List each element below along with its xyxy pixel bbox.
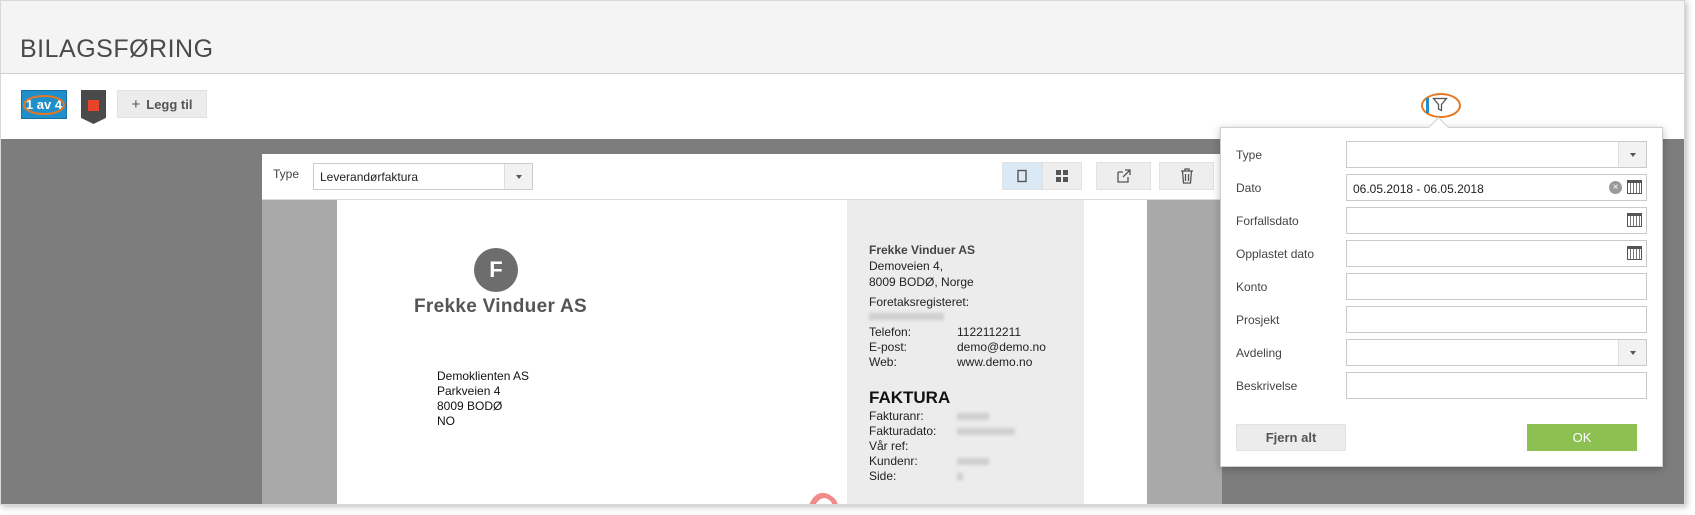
calendar-icon[interactable]: [1627, 213, 1642, 227]
type-select[interactable]: Leverandørfaktura: [313, 163, 533, 190]
ok-label: OK: [1572, 430, 1592, 445]
contact-label: Web:: [869, 355, 897, 369]
calendar-icon[interactable]: [1627, 180, 1642, 194]
filter-button[interactable]: [1421, 93, 1461, 118]
grid-icon: [1056, 170, 1068, 182]
recipient-address: Demoklienten AS Parkveien 4 8009 BODØ NO: [437, 369, 529, 429]
invoice-field-label: Side:: [869, 469, 897, 483]
trash-icon: [1180, 168, 1193, 184]
app-window: BILAGSFØRING 1 av 4 + Legg til Type Leve…: [0, 0, 1685, 505]
filter-popup: Type Dato 06.05.2018 - 06.05.2018 × Forf…: [1220, 127, 1663, 467]
filter-label-forfallsdato: Forfallsdato: [1236, 214, 1299, 228]
contact-label: E-post:: [869, 340, 908, 354]
contact-value: demo@demo.no: [957, 340, 1046, 354]
clear-all-button[interactable]: Fjern alt: [1236, 424, 1346, 451]
filter-icon: [1432, 97, 1448, 112]
invoice-field-redacted: [957, 468, 963, 484]
clear-icon[interactable]: ×: [1609, 181, 1622, 194]
invoice-field-redacted: [957, 453, 989, 469]
filter-prosjekt-input[interactable]: [1346, 306, 1647, 333]
type-label: Type: [273, 167, 300, 181]
type-select-value: Leverandørfaktura: [320, 170, 419, 184]
invoice-heading: FAKTURA: [869, 388, 951, 407]
filter-beskrivelse-input[interactable]: [1346, 372, 1647, 399]
sender-address-line: Demoveien 4,: [869, 259, 944, 273]
recipient-line: Demoklienten AS: [437, 369, 530, 383]
invoice-field-redacted: [957, 423, 1015, 439]
filter-dato-input[interactable]: 06.05.2018 - 06.05.2018 ×: [1346, 174, 1647, 201]
filter-konto-input[interactable]: [1346, 273, 1647, 300]
status-flag-icon: [88, 100, 99, 111]
delete-button[interactable]: [1159, 162, 1214, 190]
clear-all-label: Fjern alt: [1265, 430, 1317, 445]
document-preview[interactable]: F Frekke Vinduer AS Demoklienten AS Park…: [262, 200, 1222, 504]
plus-icon: +: [131, 95, 141, 113]
single-page-icon: [1017, 169, 1027, 183]
highlight-ring: [23, 95, 65, 115]
add-button-label: Legg til: [146, 96, 193, 112]
document-viewer: Type Leverandørfaktura F Frekke Vinduer …: [262, 154, 1222, 504]
filter-label-type: Type: [1236, 148, 1263, 162]
grid-view-button[interactable]: [1042, 162, 1082, 190]
filter-label-avdeling: Avdeling: [1236, 346, 1282, 360]
sender-address-line: 8009 BODØ, Norge: [869, 275, 974, 289]
contact-value: www.demo.no: [957, 355, 1033, 369]
watermark-stamp: G: [797, 481, 848, 504]
filter-label-opplastet-dato: Opplastet dato: [1236, 247, 1315, 261]
register-number-redacted: [869, 308, 944, 324]
company-logo: F: [474, 248, 518, 292]
single-page-view-button[interactable]: [1002, 162, 1042, 190]
chevron-down-icon: [1618, 340, 1646, 365]
add-button[interactable]: + Legg til: [117, 90, 207, 118]
ok-button[interactable]: OK: [1527, 424, 1637, 451]
chevron-down-icon: [504, 164, 532, 189]
contact-value: 1122112211: [957, 325, 1022, 339]
status-flag-button[interactable]: [81, 90, 106, 124]
contact-label: Telefon:: [869, 325, 912, 339]
invoice-field-label: Vår ref:: [869, 439, 909, 453]
filter-opplastet-dato-input[interactable]: [1346, 240, 1647, 267]
invoice-field-label: Fakturadato:: [869, 424, 937, 438]
company-logo-text: Frekke Vinduer AS: [414, 296, 588, 317]
filter-label-dato: Dato: [1236, 181, 1262, 195]
sender-name: Frekke Vinduer AS: [869, 243, 976, 257]
document-counter-button[interactable]: 1 av 4: [21, 90, 67, 119]
invoice-field-redacted: [957, 408, 989, 424]
recipient-line: Parkveien 4: [437, 384, 501, 398]
filter-type-select[interactable]: [1346, 141, 1647, 168]
viewer-toolbar: Type Leverandørfaktura: [262, 154, 1222, 200]
invoice-field-label: Kundenr:: [869, 454, 918, 468]
chevron-down-icon: [1618, 142, 1646, 167]
recipient-line: 8009 BODØ: [437, 399, 503, 413]
filter-dato-value: 06.05.2018 - 06.05.2018: [1353, 182, 1484, 196]
active-filter-indicator: [1426, 98, 1429, 113]
filter-label-beskrivelse: Beskrivelse: [1236, 379, 1298, 393]
filter-label-konto: Konto: [1236, 280, 1268, 294]
calendar-icon[interactable]: [1627, 246, 1642, 260]
recipient-line: NO: [437, 414, 455, 428]
filter-forfallsdato-input[interactable]: [1346, 207, 1647, 234]
popout-button[interactable]: [1096, 162, 1151, 190]
popout-icon: [1116, 169, 1131, 183]
invoice-field-label: Fakturanr:: [869, 409, 924, 423]
page-header: BILAGSFØRING: [1, 1, 1684, 74]
invoice-page: F Frekke Vinduer AS Demoklienten AS Park…: [337, 200, 1147, 504]
filter-avdeling-select[interactable]: [1346, 339, 1647, 366]
page-title: BILAGSFØRING: [20, 35, 214, 63]
filter-label-prosjekt: Prosjekt: [1236, 313, 1280, 327]
